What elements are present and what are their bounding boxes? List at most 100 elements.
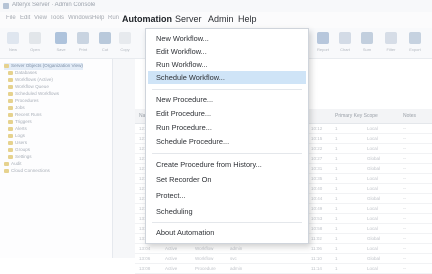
- menu-item-edit-procedure[interactable]: Edit Procedure...: [148, 107, 306, 120]
- menu-item-label: Create Procedure from History...: [156, 160, 262, 169]
- tree-item[interactable]: Triggers: [8, 119, 32, 126]
- menu-item-scheduling[interactable]: Scheduling: [148, 205, 306, 218]
- tree-item[interactable]: Workflows (Active): [8, 77, 53, 84]
- toolbar-copy-button[interactable]: Copy: [116, 30, 134, 56]
- folder-icon: [8, 70, 13, 75]
- column-header[interactable]: Primary Key Scope: [335, 113, 378, 119]
- tree-item[interactable]: Procedures: [8, 98, 39, 105]
- tree-item[interactable]: Alerts: [8, 126, 27, 133]
- tree-item[interactable]: Server Objects (Organization View): [4, 63, 83, 70]
- table-row[interactable]: 13:08 Active Procedure admin 11:14 1 Local --: [135, 263, 432, 274]
- tree-item[interactable]: Cloud Connections: [4, 168, 50, 175]
- table-cell: 1: [335, 226, 338, 231]
- menu-tools[interactable]: Tools: [50, 15, 64, 21]
- toolbar-label: Filter: [386, 47, 396, 52]
- table-cell: 10:44: [311, 196, 323, 201]
- menu-item-set-recorder-on[interactable]: Set Recorder On: [148, 173, 306, 186]
- menu-file[interactable]: File: [6, 15, 16, 21]
- folder-icon: [8, 91, 13, 96]
- menu-item-new-procedure[interactable]: New Procedure...: [148, 93, 306, 106]
- menu-item-schedule-procedure[interactable]: Schedule Procedure...: [148, 135, 306, 148]
- tree-item[interactable]: Jobs: [8, 105, 25, 112]
- menu-separator: [152, 89, 302, 90]
- menu-separator: [152, 222, 302, 223]
- menu-item-label: New Procedure...: [156, 95, 214, 104]
- table-cell: --: [403, 146, 406, 151]
- table-cell: --: [403, 196, 406, 201]
- menu-item-label: Protect...: [156, 191, 186, 200]
- tree-item-label: Workflows (Active): [15, 77, 53, 82]
- table-cell: 1: [335, 266, 338, 271]
- open-icon: [29, 32, 41, 44]
- toolbar-report-button[interactable]: Report: [314, 30, 332, 56]
- menu-server[interactable]: Server: [175, 14, 202, 24]
- tree-item[interactable]: Audit: [4, 161, 21, 168]
- table-cell: 13:06: [139, 256, 151, 261]
- table-cell: 1: [335, 186, 338, 191]
- tree-item-label: Users: [15, 140, 27, 145]
- menu-item-edit-workflow[interactable]: Edit Workflow...: [148, 45, 306, 58]
- table-cell: 10:27: [311, 156, 323, 161]
- tree-item-label: Audit: [11, 161, 22, 166]
- toolbar-filter-button[interactable]: Filter: [382, 30, 400, 56]
- table-cell: Global: [367, 256, 381, 261]
- tree-item[interactable]: Recent Runs: [8, 112, 42, 119]
- menu-item-new-workflow[interactable]: New Workflow...: [148, 32, 306, 45]
- menu-item-protect[interactable]: Protect...: [148, 189, 306, 202]
- menu-help[interactable]: Help: [238, 14, 257, 24]
- menu-item-run-procedure[interactable]: Run Procedure...: [148, 121, 306, 134]
- toolbar-chart-button[interactable]: Chart: [336, 30, 354, 56]
- menu-item-label: Edit Procedure...: [156, 109, 212, 118]
- tree-item[interactable]: Logs: [8, 133, 25, 140]
- menu-item-run-workflow[interactable]: Run Workflow...: [148, 58, 306, 71]
- menu-item-create-procedure-from-history[interactable]: Create Procedure from History...: [148, 158, 306, 171]
- folder-icon: [8, 77, 13, 82]
- table-cell: Global: [367, 236, 381, 241]
- menu-item-about-automation[interactable]: About Automation: [148, 226, 306, 239]
- tree-item[interactable]: Workflow Queue: [8, 84, 49, 91]
- table-cell: Local: [367, 136, 378, 141]
- toolbar-cut-button[interactable]: Cut: [96, 30, 114, 56]
- toolbar-export-button[interactable]: Export: [406, 30, 424, 56]
- tree-item[interactable]: Databases: [8, 70, 37, 77]
- menu-item-schedule-workflow[interactable]: Schedule Workflow...: [148, 71, 306, 84]
- tree-item[interactable]: Scheduled Workflows: [8, 91, 59, 98]
- table-cell: 1: [335, 256, 338, 261]
- column-header[interactable]: Notes: [403, 113, 416, 119]
- menu-help-minor[interactable]: Help: [92, 15, 104, 21]
- toolbar-open-button[interactable]: Open: [26, 30, 44, 56]
- folder-icon: [8, 119, 13, 124]
- table-cell: 13:08: [139, 266, 151, 271]
- menu-view[interactable]: View: [34, 15, 47, 21]
- table-cell: --: [403, 176, 406, 181]
- table-cell: admin: [230, 266, 243, 271]
- table-cell: 1: [335, 176, 338, 181]
- menu-item-label: New Workflow...: [156, 34, 209, 43]
- menu-separator: [152, 153, 302, 154]
- toolbar-sum-button[interactable]: Sum: [358, 30, 376, 56]
- chart-icon: [339, 32, 351, 44]
- table-cell: --: [403, 136, 406, 141]
- folder-icon: [4, 63, 9, 68]
- toolbar-new-button[interactable]: New: [4, 30, 22, 56]
- sum-icon: [361, 32, 373, 44]
- tree-item[interactable]: Settings: [8, 154, 32, 161]
- menu-edit[interactable]: Edit: [20, 15, 30, 21]
- table-cell: 10:35: [311, 176, 323, 181]
- table-cell: 13:04: [139, 246, 151, 251]
- tree-item[interactable]: Groups: [8, 147, 30, 154]
- toolbar-label: Cut: [101, 47, 109, 52]
- menu-run[interactable]: Run: [108, 15, 119, 21]
- menu-windows[interactable]: Windows: [68, 15, 92, 21]
- table-cell: Global: [367, 166, 381, 171]
- copy-icon: [119, 32, 131, 44]
- toolbar-save-button[interactable]: Save: [52, 30, 70, 56]
- tree-item[interactable]: Users: [8, 140, 27, 147]
- toolbar-label: Save: [56, 47, 66, 52]
- export-icon: [409, 32, 421, 44]
- tree-item-label: Settings: [15, 154, 32, 159]
- toolbar-print-button[interactable]: Print: [74, 30, 92, 56]
- menu-bar: File Edit View Tools Windows Help Run Au…: [0, 12, 432, 29]
- menu-automation[interactable]: Automation: [122, 14, 172, 24]
- menu-admin[interactable]: Admin: [208, 14, 234, 24]
